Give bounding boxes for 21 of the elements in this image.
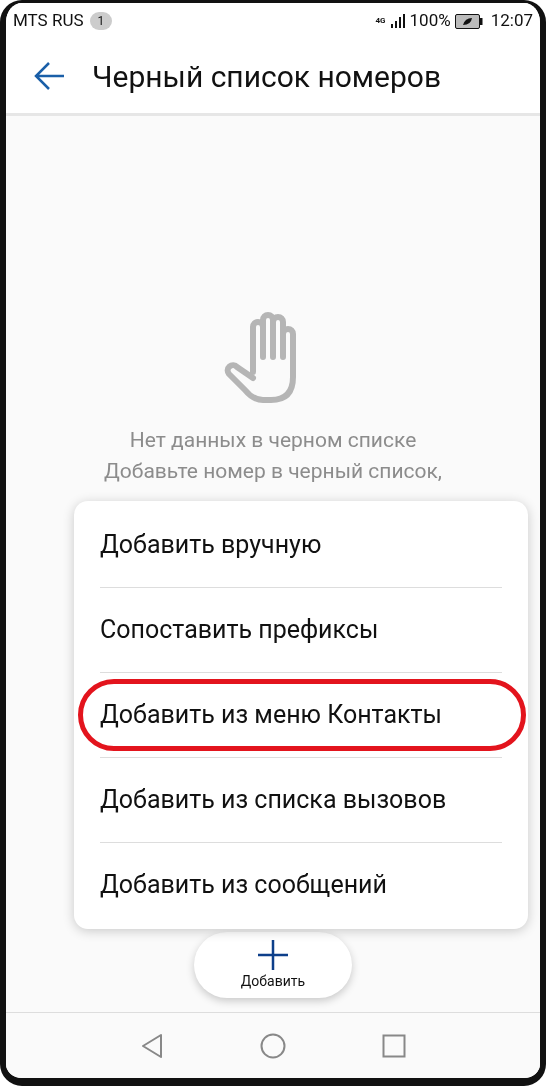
network-type: 4G	[375, 17, 386, 25]
nav-back-icon[interactable]	[140, 1032, 164, 1059]
home-icon[interactable]	[260, 1032, 286, 1059]
empty-title: Нет данных в черном списке	[129, 427, 417, 454]
screen-title: Черный список номеров	[92, 57, 442, 96]
signal-icon	[389, 13, 406, 29]
plus-icon	[257, 938, 289, 971]
notification-count: 1	[89, 12, 113, 30]
add-button[interactable]: Добавить	[194, 932, 352, 998]
battery-percent: 100%	[409, 9, 451, 33]
empty-hint-line: Добавьте номер в черный список,	[104, 458, 442, 485]
menu-item[interactable]: Добавить из сообщений	[100, 843, 502, 927]
carrier-name: MTS RUS	[13, 9, 84, 33]
menu-item[interactable]: Добавить из меню Контакты	[100, 673, 502, 757]
menu-item[interactable]: Добавить вручную	[100, 503, 502, 587]
battery-icon	[454, 13, 483, 29]
back-arrow-icon	[34, 61, 66, 91]
clock: 12:07	[490, 9, 533, 33]
menu-item[interactable]: Добавить из списка вызовов	[100, 758, 502, 842]
menu-item[interactable]: Сопоставить префиксы	[100, 588, 502, 672]
recents-icon[interactable]	[382, 1033, 406, 1058]
